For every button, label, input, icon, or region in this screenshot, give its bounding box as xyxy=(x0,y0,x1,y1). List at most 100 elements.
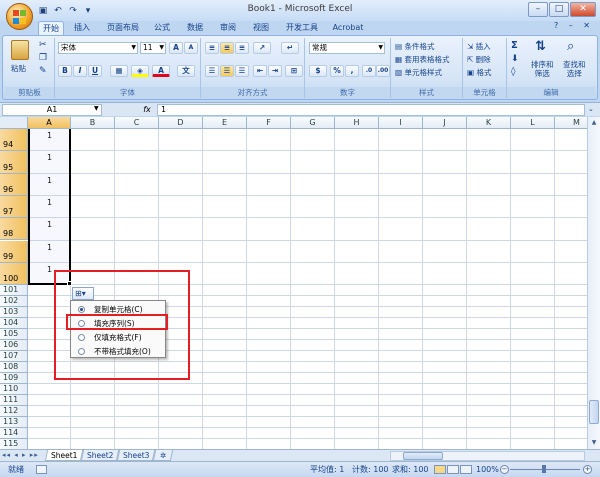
find-select-icon[interactable]: ⌕ xyxy=(567,39,574,54)
align-top-icon[interactable]: ≡ xyxy=(205,42,219,54)
merge-center-icon[interactable]: ⊞ xyxy=(285,65,303,77)
name-box[interactable]: A1 xyxy=(2,104,102,116)
paste-button[interactable]: 粘贴 xyxy=(11,63,26,74)
row-header-114[interactable]: 114 xyxy=(0,428,28,440)
insert-cells-button[interactable]: ⇲ 插入 xyxy=(467,41,491,52)
close-button[interactable]: ✕ xyxy=(570,2,596,17)
expand-formula-icon[interactable]: ⌄ xyxy=(588,105,594,113)
number-format-combo[interactable]: 常规 ▼ xyxy=(309,42,385,54)
row-header-94[interactable]: 94 xyxy=(0,129,28,152)
worksheet-grid[interactable]: A B C D E F G H I J K L M 94 1 95 1 96 1 97 1 98 1 99 1 100 1 101 10… xyxy=(0,117,600,449)
tab-data[interactable]: 数据 xyxy=(183,21,207,35)
row-header-96[interactable]: 96 xyxy=(0,173,28,196)
wrap-text-icon[interactable]: ↵ xyxy=(281,42,299,54)
autofill-option-4[interactable]: 不带格式填充(O) xyxy=(72,345,164,358)
row-header-111[interactable]: 111 xyxy=(0,395,28,407)
row-header-112[interactable]: 112 xyxy=(0,406,28,418)
column-header-l[interactable]: L xyxy=(511,117,555,129)
font-color-icon[interactable]: A xyxy=(152,65,170,77)
row-header-103[interactable]: 103 xyxy=(0,307,28,319)
row-header-102[interactable]: 102 xyxy=(0,296,28,308)
scroll-down-icon[interactable]: ▼ xyxy=(589,438,599,448)
row-header-107[interactable]: 107 xyxy=(0,351,28,363)
delete-cells-button[interactable]: ⇱ 删除 xyxy=(467,54,491,65)
borders-icon[interactable]: ▦ xyxy=(110,65,128,77)
chevron-down-icon[interactable]: ▼ xyxy=(94,105,99,112)
insert-function-button[interactable]: fx xyxy=(140,104,154,116)
row-header-100[interactable]: 100 xyxy=(0,262,28,286)
column-header-b[interactable]: B xyxy=(71,117,115,129)
tab-acrobat[interactable]: Acrobat xyxy=(330,21,366,35)
scroll-thumb[interactable] xyxy=(589,400,599,424)
select-all-corner[interactable] xyxy=(0,117,28,129)
column-header-i[interactable]: I xyxy=(379,117,423,129)
maximize-button[interactable]: □ xyxy=(549,2,569,17)
align-right-icon[interactable]: ☰ xyxy=(235,65,249,77)
sheet-tab-1[interactable]: Sheet1 xyxy=(44,450,84,461)
cell-styles-button[interactable]: ▧ 单元格样式 xyxy=(395,67,442,78)
sheet-nav-buttons[interactable]: ◂◂ ◂ ▸ ▸▸ xyxy=(2,450,39,461)
row-header-105[interactable]: 105 xyxy=(0,329,28,341)
tab-view[interactable]: 视图 xyxy=(249,21,273,35)
italic-button[interactable]: I xyxy=(73,65,87,77)
tab-review[interactable]: 审阅 xyxy=(216,21,240,35)
increase-decimal-icon[interactable]: .0 xyxy=(362,65,376,77)
autosum-button[interactable]: Σ xyxy=(511,40,518,51)
zoom-slider[interactable] xyxy=(510,465,580,473)
shrink-font-button[interactable]: A xyxy=(184,42,198,54)
align-left-icon[interactable]: ☰ xyxy=(205,65,219,77)
paste-icon[interactable] xyxy=(11,40,29,60)
sort-filter-button[interactable]: 排序和 筛选 xyxy=(531,60,554,78)
vertical-scrollbar[interactable]: ▲ ▼ xyxy=(587,117,600,449)
tab-insert[interactable]: 插入 xyxy=(70,21,94,35)
cut-icon[interactable]: ✂ xyxy=(39,40,47,50)
bold-button[interactable]: B xyxy=(58,65,72,77)
copy-icon[interactable]: ❐ xyxy=(39,53,47,63)
increase-indent-icon[interactable]: ⇥ xyxy=(268,65,282,77)
macro-record-icon[interactable] xyxy=(36,465,47,474)
column-header-d[interactable]: D xyxy=(159,117,203,129)
align-center-icon[interactable]: ☰ xyxy=(220,65,234,77)
row-header-113[interactable]: 113 xyxy=(0,417,28,429)
decrease-decimal-icon[interactable]: .00 xyxy=(376,65,390,77)
tab-home[interactable]: 开始 xyxy=(38,21,64,35)
decrease-indent-icon[interactable]: ⇤ xyxy=(253,65,267,77)
find-select-button[interactable]: 查找和 选择 xyxy=(563,60,586,78)
office-button[interactable] xyxy=(6,3,33,30)
column-header-e[interactable]: E xyxy=(203,117,247,129)
tab-formulas[interactable]: 公式 xyxy=(150,21,174,35)
tab-page-layout[interactable]: 页面布局 xyxy=(103,21,143,35)
hscroll-thumb[interactable] xyxy=(403,452,443,460)
clear-icon[interactable]: ◊ xyxy=(511,67,515,77)
minimize-button[interactable]: – xyxy=(528,2,548,17)
row-header-106[interactable]: 106 xyxy=(0,340,28,352)
conditional-format-button[interactable]: ▤ 条件格式 xyxy=(395,41,434,52)
underline-button[interactable]: U xyxy=(88,65,102,77)
autofill-option-3[interactable]: 仅填充格式(F) xyxy=(72,331,164,344)
column-header-f[interactable]: F xyxy=(247,117,291,129)
zoom-out-icon[interactable]: − xyxy=(500,465,509,474)
scroll-up-icon[interactable]: ▲ xyxy=(589,118,599,128)
zoom-in-icon[interactable]: + xyxy=(583,465,592,474)
row-header-109[interactable]: 109 xyxy=(0,373,28,385)
row-header-99[interactable]: 99 xyxy=(0,240,28,263)
grow-font-button[interactable]: A xyxy=(169,42,183,54)
normal-view-icon[interactable] xyxy=(434,465,446,474)
accounting-icon[interactable]: $ xyxy=(309,65,327,77)
align-bottom-icon[interactable]: ≡ xyxy=(235,42,249,54)
row-header-110[interactable]: 110 xyxy=(0,384,28,396)
percent-button[interactable]: % xyxy=(330,65,344,77)
insert-sheet-icon[interactable]: ✲ xyxy=(152,450,174,461)
zoom-level[interactable]: 100% xyxy=(476,462,499,477)
align-middle-icon[interactable]: ≡ xyxy=(220,42,234,54)
horizontal-scrollbar[interactable] xyxy=(390,451,585,461)
column-header-h[interactable]: H xyxy=(335,117,379,129)
phonetic-button[interactable]: 文 xyxy=(177,65,195,77)
autofill-options-button[interactable]: ⊞▾ xyxy=(72,287,94,300)
font-size-combo[interactable]: 11 ▼ xyxy=(140,42,166,54)
tab-developer[interactable]: 开发工具 xyxy=(282,21,322,35)
row-header-104[interactable]: 104 xyxy=(0,318,28,330)
format-cells-button[interactable]: ▣ 格式 xyxy=(467,67,491,78)
column-header-k[interactable]: K xyxy=(467,117,511,129)
page-layout-view-icon[interactable] xyxy=(447,465,459,474)
